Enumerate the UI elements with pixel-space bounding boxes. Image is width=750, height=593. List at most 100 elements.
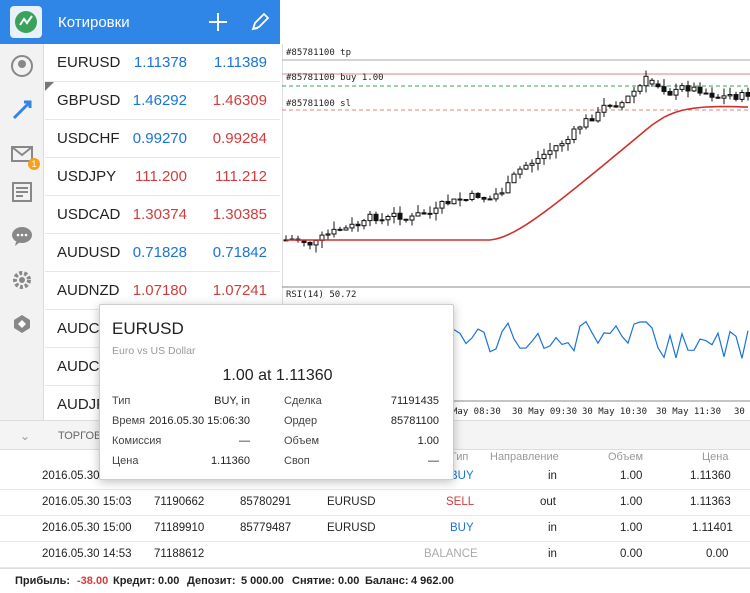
quote-symbol: AUDNZD [57, 282, 120, 299]
account-summary: Прибыль: -38.00 Кредит: 0.00 Депозит: 5 … [0, 568, 750, 593]
col-direction: Направление [490, 451, 559, 463]
buy-label: #85781100 buy 1.00 [286, 73, 384, 83]
quote-bid: 1.07180 [132, 282, 187, 299]
candle-body [481, 196, 487, 200]
col-volume: Объем [608, 451, 644, 463]
candle-body [445, 200, 451, 205]
cell-volume: 0.00 [620, 548, 643, 560]
trade-nav-icon[interactable] [8, 96, 36, 124]
profit-value: -38.00 [77, 575, 109, 587]
table-row[interactable]: 2016.05.30 15:03 71190662 85780291 EURUS… [0, 490, 750, 516]
candle-body [427, 212, 433, 215]
quote-symbol: GBPUSD [57, 92, 121, 109]
community-nav-icon[interactable] [8, 310, 36, 338]
candle-body [439, 200, 445, 209]
detail-key: Ордер [284, 415, 318, 427]
quote-symbol: USDCHF [57, 130, 120, 147]
cell-price: 1.11363 [690, 496, 731, 508]
candle-body [331, 228, 337, 235]
time-label: 30 May 10:30 [582, 407, 648, 417]
cell-price: 0.00 [706, 548, 729, 560]
candle-body [667, 90, 673, 96]
candle-body [703, 92, 709, 95]
candle-body [649, 79, 655, 85]
cell-type: BALANCE [424, 548, 478, 560]
mail-nav-icon[interactable]: 1 [8, 140, 40, 170]
time-label: 30 May 11:30 [656, 407, 722, 417]
candle-body [355, 223, 361, 227]
candle-body [541, 153, 547, 160]
candle-body [721, 95, 727, 99]
quote-ask: 0.99284 [212, 130, 267, 147]
news-nav-icon[interactable] [8, 178, 36, 206]
cell-direction: in [548, 470, 557, 482]
quote-row[interactable]: USDJPY 111.200 111.212 [45, 158, 280, 196]
table-row[interactable]: 2016.05.30 15:00 71189910 85779487 EURUS… [0, 516, 750, 542]
time-label: 30 [734, 407, 745, 417]
deposit-value: 5 000.00 [241, 575, 284, 587]
cell-direction: out [540, 496, 556, 508]
candle-body [475, 192, 481, 198]
candle-body [373, 213, 379, 222]
deposit-label: Депозит: [187, 575, 236, 587]
candle-body [349, 223, 355, 229]
cell-deal: 71190662 [154, 496, 205, 508]
candle-body [679, 85, 685, 90]
detail-value: 1.11360 [211, 455, 250, 467]
cell-symbol: EURUSD [327, 522, 376, 534]
candle-body [661, 86, 667, 92]
plus-icon[interactable] [204, 8, 232, 36]
cell-time: 2016.05.30 15:00 [42, 522, 132, 534]
quote-ask: 1.30385 [212, 206, 267, 223]
candle-body [397, 212, 403, 220]
quote-symbol: USDJPY [57, 168, 117, 185]
pencil-icon[interactable] [246, 8, 274, 36]
credit-label: Кредит: [113, 575, 156, 587]
candle-body [517, 168, 523, 175]
candle-body [685, 85, 691, 92]
quote-row[interactable]: USDCHF 0.99270 0.99284 [45, 120, 280, 158]
table-row[interactable]: 2016.05.30 14:53 71188612 BALANCE in 0.0… [0, 542, 750, 568]
sl-label: #85781100 sl [286, 99, 352, 109]
quote-bid: 1.30374 [132, 206, 187, 223]
candle-body [613, 105, 619, 108]
candle-body [625, 95, 631, 104]
candle-body [739, 92, 745, 100]
quote-row[interactable]: EURUSD 1.11378 1.11389 [45, 44, 280, 82]
settings-nav-icon[interactable] [8, 266, 36, 294]
chat-nav-icon[interactable] [8, 222, 36, 250]
corner-marker [45, 82, 54, 91]
withdraw-value: 0.00 [338, 575, 360, 587]
quote-symbol: EURUSD [57, 54, 121, 71]
app-logo-icon[interactable] [10, 6, 42, 38]
candle-body [607, 104, 613, 107]
candle-body [535, 158, 541, 164]
popup-summary: 1.00 at 1.11360 [222, 367, 333, 384]
quote-symbol: AUDUSD [57, 244, 121, 261]
quote-row[interactable]: USDCAD 1.30374 1.30385 [45, 196, 280, 234]
quote-row[interactable]: AUDUSD 0.71828 0.71842 [45, 234, 280, 272]
deal-details-popup[interactable]: EURUSD Euro vs US Dollar 1.00 at 1.11360… [99, 304, 454, 480]
quote-ask: 0.71842 [212, 244, 267, 261]
cell-volume: 1.00 [620, 470, 643, 482]
candle-body [745, 92, 750, 97]
candle-body [385, 215, 391, 221]
candle-body [697, 86, 703, 94]
quote-row[interactable]: GBPUSD 1.46292 1.46309 [45, 82, 280, 120]
candle-body [313, 239, 319, 246]
cell-direction: in [548, 548, 557, 560]
cell-volume: 1.00 [620, 522, 643, 534]
quote-bid: 0.71828 [132, 244, 187, 261]
popup-symbol: EURUSD [112, 319, 184, 338]
cell-volume: 1.00 [620, 496, 643, 508]
candle-body [337, 228, 343, 231]
candle-body [505, 182, 511, 194]
quotes-nav-icon[interactable] [8, 52, 36, 80]
candle-body [391, 212, 397, 217]
chevron-down-icon[interactable]: ⌄ [20, 429, 30, 443]
rsi-label: RSI(14) 50.72 [286, 290, 357, 300]
detail-key: Время [112, 415, 146, 427]
candle-body [583, 118, 589, 128]
time-label: 30 May 09:30 [512, 407, 578, 417]
balance-label: Баланс: [365, 575, 409, 587]
